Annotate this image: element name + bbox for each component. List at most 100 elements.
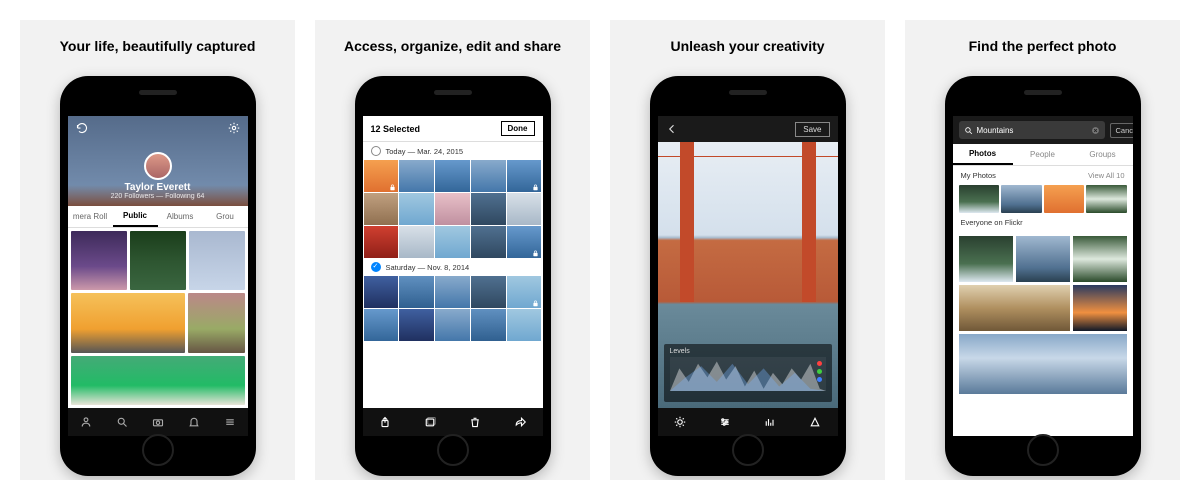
search-tabs: Photos People Groups [953,144,1133,166]
photo-thumb[interactable] [364,160,399,192]
photo-thumb[interactable] [1044,185,1085,213]
photo-thumb[interactable] [959,185,1000,213]
photo-thumb[interactable] [471,160,506,192]
photo-thumb[interactable] [399,160,434,192]
lock-icon [532,183,539,190]
photo-thumb[interactable] [435,309,470,341]
search-icon[interactable] [116,416,128,428]
photo-thumb[interactable] [364,193,399,225]
brightness-icon[interactable] [674,416,686,428]
tab-camera-roll[interactable]: mera Roll [68,212,113,221]
menu-icon[interactable] [224,416,236,428]
back-icon[interactable] [666,123,678,135]
view-all-link[interactable]: View All 10 [1088,171,1125,180]
photo-thumb[interactable] [188,293,245,352]
photo-grid [68,228,248,408]
search-header: Cancel [953,116,1133,144]
photo-thumb[interactable] [959,334,1127,394]
search-input[interactable] [977,126,1087,135]
edit-header: Save [658,116,838,142]
done-button[interactable]: Done [501,121,535,136]
panel-profile: Your life, beautifully captured Taylor E… [20,20,295,480]
avatar[interactable] [144,152,172,180]
photo-thumb[interactable] [507,160,542,192]
levels-panel[interactable]: Levels [664,344,832,402]
lock-icon [532,249,539,256]
photo-thumb[interactable] [399,309,434,341]
phone-frame: Save Levels [650,76,846,476]
crop-icon[interactable] [809,416,821,428]
panel-edit: Unleash your creativity Save Levels [610,20,885,480]
photo-thumb[interactable] [471,193,506,225]
panel-title: Access, organize, edit and share [344,38,561,54]
photo-thumb[interactable] [959,236,1013,282]
search-icon [964,126,973,135]
everyone-grid [953,232,1133,436]
search-field[interactable] [959,121,1105,139]
tab-albums[interactable]: Albums [158,212,203,221]
photo-thumb[interactable] [1073,285,1127,331]
photo-thumb[interactable] [435,160,470,192]
photo-thumb[interactable] [507,226,542,258]
profile-tabs: mera Roll Public Albums Grou [68,206,248,228]
camera-icon[interactable] [152,416,164,428]
histogram-icon[interactable] [764,416,776,428]
photo-thumb[interactable] [189,231,245,290]
photo-thumb[interactable] [71,356,245,405]
lock-icon [532,299,539,306]
tab-groups[interactable]: Groups [1073,150,1133,159]
panel-search: Find the perfect photo Cancel Photos Peo… [905,20,1180,480]
photo-thumb[interactable] [364,226,399,258]
photo-thumb[interactable] [71,293,185,352]
date-group[interactable]: Saturday — Nov. 8, 2014 [363,258,543,276]
sliders-icon[interactable] [719,416,731,428]
photo-thumb[interactable] [71,231,127,290]
save-button[interactable]: Save [795,122,829,137]
tab-groups[interactable]: Grou [203,212,248,221]
photo-thumb[interactable] [1086,185,1127,213]
photo-thumb[interactable] [471,276,506,308]
gear-icon[interactable] [228,122,240,134]
histogram[interactable] [670,357,826,391]
photo-thumb[interactable] [399,226,434,258]
photo-thumb[interactable] [435,276,470,308]
phone-frame: Cancel Photos People Groups My Photos Vi… [945,76,1141,476]
photo-thumb[interactable] [1073,236,1127,282]
photo-thumb[interactable] [507,193,542,225]
screen-profile: Taylor Everett 220 Followers — Following… [68,116,248,436]
forward-icon[interactable] [514,416,526,428]
photo-thumb[interactable] [1001,185,1042,213]
bell-icon[interactable] [188,416,200,428]
screen-organize: 12 Selected Done Today — Mar. 24, 2015 [363,116,543,436]
cancel-button[interactable]: Cancel [1110,123,1133,138]
photo-thumb[interactable] [435,226,470,258]
photo-thumb[interactable] [399,276,434,308]
radio-checked-icon[interactable] [371,262,381,272]
edit-canvas[interactable]: Levels [658,142,838,408]
album-icon[interactable] [424,416,436,428]
photo-thumb[interactable] [435,193,470,225]
photo-thumb[interactable] [364,309,399,341]
share-icon[interactable] [379,416,391,428]
photo-thumb[interactable] [471,226,506,258]
tab-photos[interactable]: Photos [953,144,1013,165]
person-icon[interactable] [80,416,92,428]
photo-thumb[interactable] [399,193,434,225]
radio-unchecked-icon[interactable] [371,146,381,156]
photo-thumb[interactable] [959,285,1070,331]
photo-thumb[interactable] [507,309,542,341]
trash-icon[interactable] [469,416,481,428]
photo-thumb[interactable] [507,276,542,308]
photo-thumb[interactable] [130,231,186,290]
clear-icon[interactable] [1091,126,1100,135]
date-group[interactable]: Today — Mar. 24, 2015 [363,142,543,160]
photo-thumb[interactable] [1016,236,1070,282]
channel-dots[interactable] [817,361,822,382]
photo-thumb[interactable] [364,276,399,308]
tool-label: Levels [670,348,826,355]
tab-people[interactable]: People [1013,150,1073,159]
panel-title: Unleash your creativity [670,38,824,54]
photo-thumb[interactable] [471,309,506,341]
refresh-icon[interactable] [76,122,88,134]
tab-public[interactable]: Public [113,206,158,227]
